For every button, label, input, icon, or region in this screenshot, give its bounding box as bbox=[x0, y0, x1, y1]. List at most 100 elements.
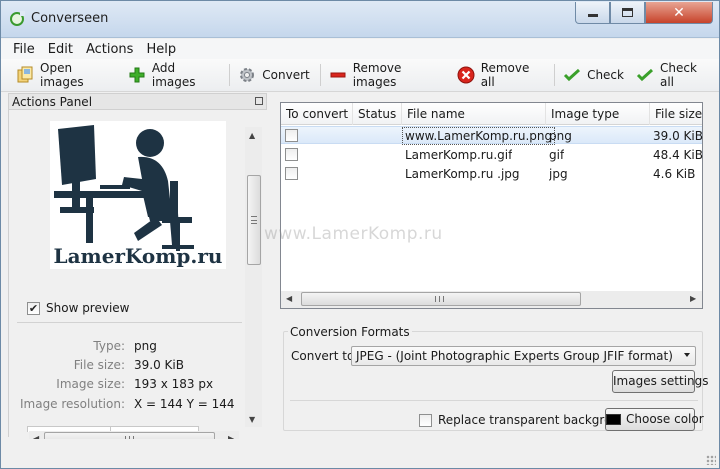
preview-person-at-computer-image: LamerKomp.ru bbox=[54, 125, 223, 268]
maximize-button[interactable] bbox=[610, 2, 645, 24]
conversion-formats-group: Conversion Formats Convert to: JPEG - (J… bbox=[283, 323, 709, 431]
column-status[interactable]: Status bbox=[353, 103, 402, 125]
menu-bar: File Edit Actions Help bbox=[1, 39, 719, 59]
minimize-button[interactable] bbox=[575, 2, 610, 24]
open-images-button[interactable]: Open images bbox=[11, 61, 123, 89]
actions-panel-title: Actions Panel bbox=[12, 95, 93, 109]
checkmark-icon bbox=[636, 66, 654, 84]
checkbox-checked-icon[interactable]: ✔ bbox=[27, 301, 40, 315]
files-table[interactable]: To convert Status File name Image type F… bbox=[280, 102, 703, 309]
convert-label: Convert bbox=[262, 68, 310, 82]
remove-images-button[interactable]: Remove images bbox=[324, 61, 452, 89]
scroll-right-icon[interactable]: ▶ bbox=[690, 294, 696, 303]
toolbar-separator bbox=[554, 64, 556, 86]
replace-background-checkbox[interactable]: Replace transparent background bbox=[419, 413, 634, 427]
table-row[interactable]: LamerKomp.ru.gif gif 48.4 KiB bbox=[281, 146, 703, 164]
remove-all-icon bbox=[457, 66, 475, 84]
toolbar-separator bbox=[319, 64, 321, 86]
toolbar: Open images Add images Convert Remove im… bbox=[1, 59, 719, 92]
open-images-icon bbox=[16, 66, 34, 84]
group-title: Conversion Formats bbox=[288, 325, 412, 339]
info-image-size-row: Image size: 193 x 183 px bbox=[9, 377, 259, 395]
checkbox-unchecked-icon[interactable] bbox=[285, 148, 298, 161]
background-color-swatch bbox=[606, 414, 621, 425]
panel-vertical-scroll-thumb[interactable] bbox=[247, 175, 261, 265]
info-type-value: png bbox=[134, 339, 157, 353]
show-preview-checkbox[interactable]: ✔ Show preview bbox=[27, 301, 130, 315]
row-image-type: png bbox=[549, 129, 572, 143]
choose-color-button[interactable]: Choose color bbox=[605, 408, 704, 431]
remove-all-button[interactable]: Remove all bbox=[452, 61, 551, 89]
minus-icon bbox=[329, 66, 347, 84]
divider bbox=[290, 400, 698, 401]
checkbox-unchecked-icon[interactable] bbox=[285, 129, 298, 142]
convert-to-label: Convert to: bbox=[291, 349, 359, 363]
add-images-button[interactable]: Add images bbox=[123, 61, 226, 89]
table-horizontal-scroll-thumb[interactable] bbox=[301, 292, 581, 306]
convert-button[interactable]: Convert bbox=[233, 62, 316, 88]
chevron-down-icon bbox=[684, 353, 690, 357]
check-all-button[interactable]: Check all bbox=[631, 61, 719, 89]
checkbox-unchecked-icon[interactable] bbox=[285, 167, 298, 180]
info-image-size-value: 193 x 183 px bbox=[134, 377, 214, 391]
row-checkbox[interactable] bbox=[285, 146, 304, 164]
actions-panel: Actions Panel LamerKomp.ru ✔ Show previe… bbox=[8, 93, 267, 448]
row-file-size: 4.6 KiB bbox=[653, 167, 696, 181]
format-selected-value: JPEG - (Joint Photographic Experts Group… bbox=[356, 349, 673, 363]
undock-icon[interactable] bbox=[255, 97, 263, 105]
remove-images-label: Remove images bbox=[352, 61, 402, 89]
info-file-size-value: 39.0 KiB bbox=[134, 358, 184, 372]
resize-grip-icon[interactable] bbox=[706, 455, 716, 465]
group-frame: Conversion Formats Convert to: JPEG - (J… bbox=[283, 325, 709, 431]
panel-vertical-scrollbar[interactable]: ▲ ▼ bbox=[245, 127, 262, 427]
gear-icon bbox=[238, 66, 256, 84]
row-file-size: 39.0 KiB bbox=[653, 129, 703, 143]
scroll-down-icon[interactable]: ▼ bbox=[249, 415, 255, 424]
scroll-left-icon[interactable]: ◀ bbox=[286, 294, 292, 303]
format-select[interactable]: JPEG - (Joint Photographic Experts Group… bbox=[351, 346, 696, 366]
info-resolution-label: Image resolution: bbox=[19, 397, 125, 411]
show-preview-label: Show preview bbox=[46, 301, 130, 315]
info-type-label: Type: bbox=[93, 339, 125, 353]
scroll-up-icon[interactable]: ▲ bbox=[249, 131, 255, 140]
table-row[interactable]: www.LamerKomp.ru.png png 39.0 KiB bbox=[281, 126, 703, 145]
images-settings-button[interactable]: Images settings bbox=[612, 370, 709, 393]
choose-color-label: Choose color bbox=[626, 412, 704, 426]
minimize-icon bbox=[587, 14, 598, 17]
row-image-type: jpg bbox=[549, 167, 568, 181]
grip-icon bbox=[435, 296, 444, 302]
close-button[interactable]: ✕ bbox=[645, 2, 713, 24]
check-button[interactable]: Check bbox=[558, 62, 631, 88]
info-image-size-label: Image size: bbox=[56, 377, 125, 391]
info-type-row: Type: png bbox=[9, 339, 259, 357]
actions-panel-header[interactable]: Actions Panel bbox=[8, 93, 267, 110]
close-icon: ✕ bbox=[673, 4, 685, 21]
row-file-name: LamerKomp.ru .jpg bbox=[405, 167, 520, 181]
title-bar[interactable]: Converseen ✕ bbox=[1, 1, 719, 38]
row-file-name: www.LamerKomp.ru.png bbox=[402, 127, 556, 145]
actions-panel-body: LamerKomp.ru ✔ Show preview Type: png Fi… bbox=[8, 110, 267, 448]
column-to-convert[interactable]: To convert bbox=[281, 103, 353, 125]
row-file-name: LamerKomp.ru.gif bbox=[405, 148, 513, 162]
grip-icon bbox=[251, 216, 257, 224]
column-file-size[interactable]: File size bbox=[650, 103, 702, 125]
open-images-label: Open images bbox=[40, 61, 84, 89]
row-checkbox[interactable] bbox=[285, 165, 304, 183]
preview-logo-text: LamerKomp.ru bbox=[54, 244, 223, 268]
checkbox-unchecked-icon[interactable] bbox=[419, 413, 432, 427]
menu-actions[interactable]: Actions bbox=[80, 42, 141, 57]
checkmark-icon bbox=[563, 66, 581, 84]
maximize-icon bbox=[622, 8, 633, 17]
column-image-type[interactable]: Image type bbox=[546, 103, 650, 125]
table-horizontal-scrollbar[interactable]: ◀ ▶ bbox=[281, 291, 702, 308]
menu-file[interactable]: File bbox=[7, 42, 42, 57]
row-checkbox[interactable] bbox=[285, 127, 304, 145]
column-file-name[interactable]: File name bbox=[402, 103, 546, 125]
window-title: Converseen bbox=[31, 11, 109, 26]
table-row[interactable]: LamerKomp.ru .jpg jpg 4.6 KiB bbox=[281, 165, 702, 183]
status-bar bbox=[1, 439, 719, 468]
menu-edit[interactable]: Edit bbox=[42, 42, 80, 57]
menu-help[interactable]: Help bbox=[140, 42, 183, 57]
plus-icon bbox=[128, 66, 146, 84]
row-image-type: gif bbox=[549, 148, 565, 162]
